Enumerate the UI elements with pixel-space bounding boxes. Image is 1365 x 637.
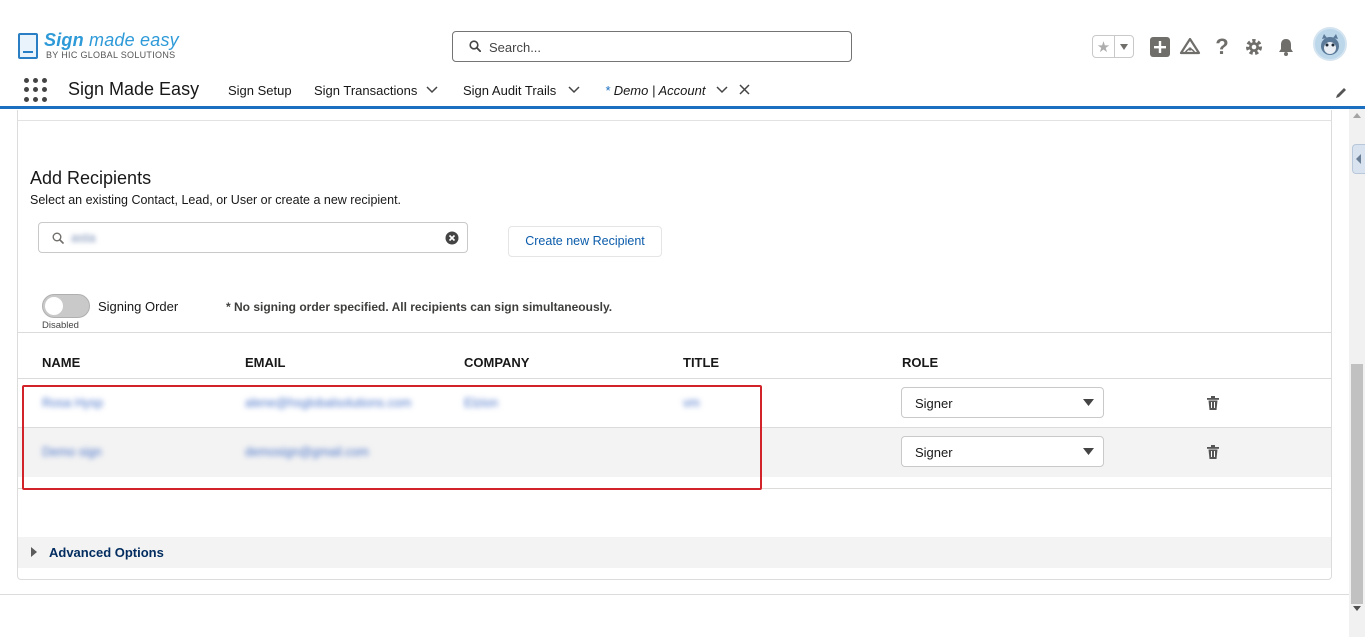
app-name: Sign Made Easy xyxy=(68,79,200,99)
advanced-options-label: Advanced Options xyxy=(49,545,164,560)
role-value: Signer xyxy=(915,445,953,460)
scrollbar-thumb[interactable] xyxy=(1351,364,1363,604)
lookup-value[interactable]: asta xyxy=(71,230,96,245)
logo-title: Sign made easy xyxy=(44,30,179,50)
tab-label: Demo | Account xyxy=(613,83,706,98)
help-icon[interactable]: ? xyxy=(1211,34,1233,59)
signing-order-note: * No signing order specified. All recipi… xyxy=(226,300,613,314)
recipients-card xyxy=(17,110,1332,580)
trash-icon[interactable] xyxy=(1206,444,1220,460)
search-icon xyxy=(52,232,64,244)
expand-triangle-icon xyxy=(31,547,37,557)
role-value: Signer xyxy=(915,396,953,411)
chevron-down-icon[interactable] xyxy=(716,85,728,95)
page-scrollbar[interactable] xyxy=(1349,109,1365,637)
divider xyxy=(18,120,1331,121)
app-launcher-icon[interactable] xyxy=(24,78,48,102)
clear-icon[interactable] xyxy=(445,231,459,245)
scroll-up-icon[interactable] xyxy=(1353,113,1361,118)
divider xyxy=(18,332,1331,333)
section-subtitle: Select an existing Contact, Lead, or Use… xyxy=(30,193,402,207)
role-select[interactable]: Signer xyxy=(901,387,1104,418)
divider xyxy=(0,594,1349,595)
user-avatar[interactable] xyxy=(1313,27,1347,61)
favorites-button-group: ★ xyxy=(1092,35,1134,58)
unsaved-marker: * xyxy=(605,83,611,98)
nav-item-sign-setup[interactable]: Sign Setup xyxy=(228,83,292,98)
recipient-lookup[interactable]: asta xyxy=(38,222,468,253)
global-search[interactable] xyxy=(452,31,852,62)
favorites-menu-button[interactable] xyxy=(1115,36,1133,57)
document-logo-icon xyxy=(18,33,38,59)
create-new-recipient-button[interactable]: Create new Recipient xyxy=(508,226,662,257)
section-title: Add Recipients xyxy=(30,168,152,188)
toggle-state-label: Disabled xyxy=(42,320,79,331)
add-icon[interactable] xyxy=(1149,36,1171,58)
column-header-email: EMAIL xyxy=(245,355,286,370)
signing-order-toggle[interactable] xyxy=(42,294,90,318)
trash-icon[interactable] xyxy=(1206,395,1220,411)
nav-item-sign-audit-trails[interactable]: Sign Audit Trails xyxy=(463,83,556,98)
advanced-options-section[interactable]: Advanced Options xyxy=(18,537,1331,568)
column-header-company: COMPANY xyxy=(464,355,530,370)
chevron-down-icon xyxy=(1083,399,1094,406)
logo-subtitle: BY HIC GLOBAL SOLUTIONS xyxy=(46,50,176,60)
navigation-bar: Sign Made Easy Sign Setup Sign Transacti… xyxy=(0,72,1365,109)
role-select[interactable]: Signer xyxy=(901,436,1104,467)
bell-icon[interactable] xyxy=(1275,36,1297,58)
edit-icon[interactable] xyxy=(1334,86,1348,100)
search-icon xyxy=(469,40,481,52)
close-icon[interactable] xyxy=(738,83,751,96)
scroll-down-icon[interactable] xyxy=(1353,606,1361,611)
chevron-down-icon xyxy=(1083,448,1094,455)
chevron-down-icon[interactable] xyxy=(426,85,438,95)
nav-item-sign-transactions[interactable]: Sign Transactions xyxy=(314,83,417,98)
tab-demo-account[interactable]: * Demo | Account xyxy=(605,83,705,98)
utility-panel-toggle[interactable] xyxy=(1352,144,1365,174)
chevron-down-icon[interactable] xyxy=(568,85,580,95)
column-header-role: ROLE xyxy=(902,355,939,370)
chevron-down-icon xyxy=(1120,43,1128,50)
column-header-name: NAME xyxy=(42,355,81,370)
signing-order-label: Signing Order xyxy=(98,299,179,314)
gear-icon[interactable] xyxy=(1243,36,1265,58)
search-input[interactable] xyxy=(489,38,839,56)
annotation-highlight-box xyxy=(22,385,762,490)
star-icon[interactable]: ★ xyxy=(1093,36,1115,57)
column-header-title: TITLE xyxy=(683,355,720,370)
trailhead-icon[interactable] xyxy=(1179,36,1201,58)
sign-made-easy-logo[interactable]: Sign made easy BY HIC GLOBAL SOLUTIONS xyxy=(18,30,188,64)
